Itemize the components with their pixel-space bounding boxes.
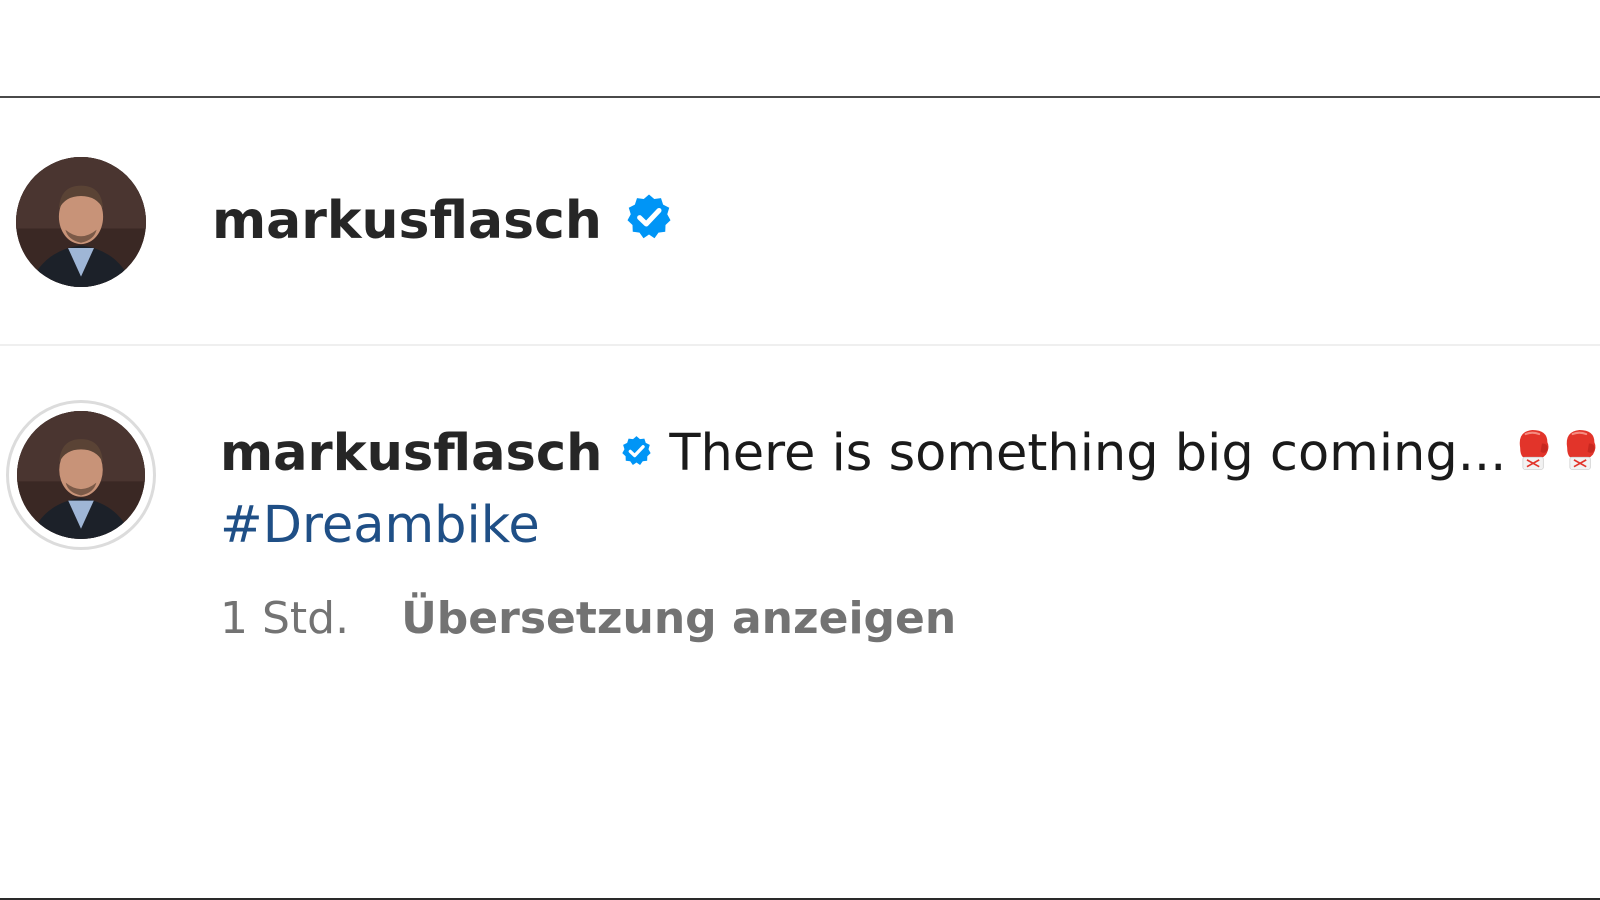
hashtag-link[interactable]: #Dreambike [220, 496, 1600, 556]
profile-photo-icon [17, 411, 145, 539]
comment-meta: 1 Std. Übersetzung anzeigen [220, 588, 1600, 648]
comment-first-line: markusflasch There is something big comi… [220, 418, 1600, 488]
header-avatar[interactable] [16, 157, 146, 287]
header-username-row: markusflasch [212, 188, 674, 254]
comment-username[interactable]: markusflasch [220, 424, 602, 483]
boxing-glove-icon [1512, 416, 1553, 482]
verified-badge-icon [620, 426, 653, 476]
comment-body: markusflasch There is something big comi… [220, 418, 1600, 648]
comment-text: There is something big coming... [669, 423, 1507, 483]
profile-photo-icon [16, 157, 146, 287]
comment-timestamp[interactable]: 1 Std. [220, 593, 349, 644]
header-username[interactable]: markusflasch [212, 188, 602, 254]
show-translation-button[interactable]: Übersetzung anzeigen [401, 593, 956, 644]
section-divider [0, 344, 1600, 346]
post-caption-panel: markusflasch markusflasch There is somet… [0, 0, 1600, 900]
boxing-glove-icon [1559, 416, 1600, 482]
comment-avatar[interactable] [17, 411, 145, 539]
verified-badge-icon [624, 192, 674, 242]
top-divider [0, 96, 1600, 98]
